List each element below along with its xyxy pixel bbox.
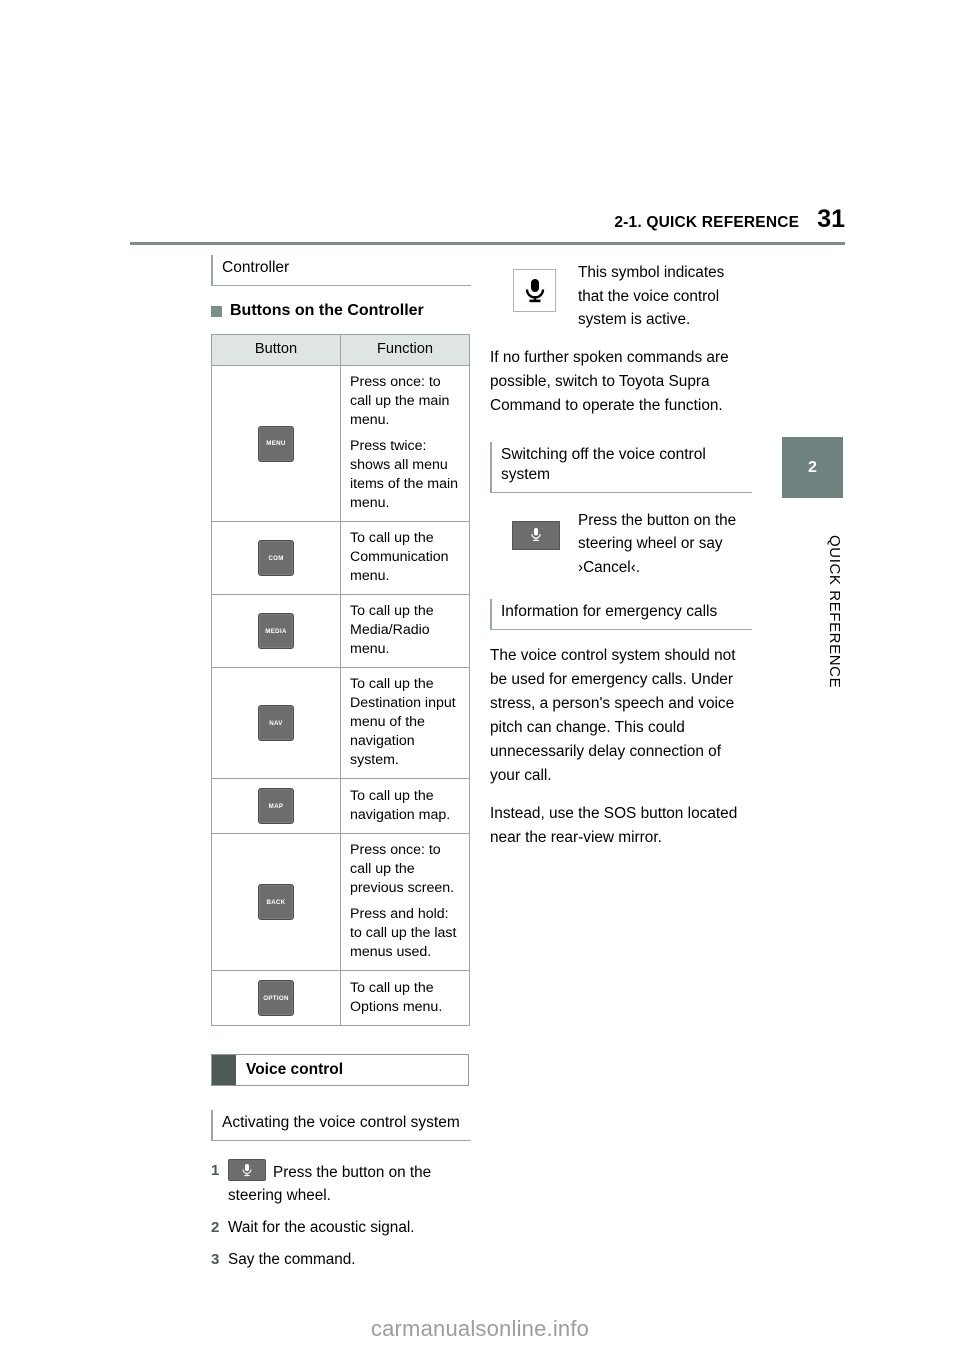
mic-button-icon xyxy=(512,520,560,550)
button-cell: MAP xyxy=(211,778,341,834)
bullet-heading-label: Buttons on the Controller xyxy=(230,302,424,319)
header-divider xyxy=(130,242,845,245)
left-column: Controller Buttons on the Controller But… xyxy=(211,255,471,1280)
step-number: 3 xyxy=(211,1251,220,1268)
switching-off-note-text: Press the button on the steering wheel o… xyxy=(578,511,737,576)
chapter-tab-number: 2 xyxy=(782,437,843,498)
table-row: OPTION To call up the Options menu. xyxy=(211,970,470,1026)
function-cell: To call up the navigation map. xyxy=(340,778,470,834)
voice-symbol-note: This symbol indicates that the voice con… xyxy=(490,255,752,332)
step-text-wrapper: Press the button on the steering wheel. xyxy=(228,1159,471,1207)
mic-button-icon xyxy=(228,1159,266,1181)
step-number: 1 xyxy=(211,1162,220,1179)
table-header-row: Button Function xyxy=(211,334,470,366)
function-cell: Press once: to call up the main menu. Pr… xyxy=(340,365,470,522)
table-row: MAP To call up the navigation map. xyxy=(211,778,470,834)
list-item: 3 Say the command. xyxy=(211,1248,471,1271)
media-key-icon: MEDIA xyxy=(258,613,294,649)
section-bar-label: Voice control xyxy=(246,1061,344,1078)
section-heading-controller: Controller xyxy=(211,255,471,286)
table-row: BACK Press once: to call up the previous… xyxy=(211,833,470,971)
option-key-icon: OPTION xyxy=(258,980,294,1016)
list-item: 2 Wait for the acoustic signal. xyxy=(211,1216,471,1239)
step-text: Say the command. xyxy=(228,1251,356,1268)
function-text: Press once: to call up the previous scre… xyxy=(350,842,455,896)
function-cell: Press once: to call up the previous scre… xyxy=(340,833,470,971)
paragraph-emergency-1: The voice control system should not be u… xyxy=(490,647,736,784)
menu-key-icon: MENU xyxy=(258,425,294,462)
button-cell: MEDIA xyxy=(211,594,341,668)
header-title-line: 2-1. QUICK REFERENCE 31 xyxy=(130,205,845,234)
chapter-tab-label: QUICK REFERENCE xyxy=(826,535,843,689)
function-text: To call up the Communication menu. xyxy=(350,530,449,584)
bullet-heading-buttons: Buttons on the Controller xyxy=(211,302,471,320)
voice-symbol-note-text: This symbol indicates that the voice con… xyxy=(578,264,725,328)
button-cell: BACK xyxy=(211,833,341,971)
controller-buttons-table: Button Function MENU Press once: to call… xyxy=(211,334,470,1026)
column-header-button: Button xyxy=(211,334,341,366)
function-text: To call up the Media/Radio menu. xyxy=(350,603,434,657)
paragraph-emergency-2: Instead, use the SOS button located near… xyxy=(490,805,738,846)
section-heading-emergency: Information for emergency calls xyxy=(490,599,752,630)
activation-steps: 1 Press the button on the steering wheel… xyxy=(211,1159,471,1271)
function-text: Press once: to call up the main menu. xyxy=(350,374,450,428)
section-heading-activating: Activating the voice control system xyxy=(211,1110,471,1141)
button-cell: COM xyxy=(211,521,341,595)
page-header: 2-1. QUICK REFERENCE 31 xyxy=(130,205,845,247)
com-key-icon: COM xyxy=(258,540,294,576)
step-number: 2 xyxy=(211,1219,220,1236)
back-key-icon: BACK xyxy=(258,884,294,920)
function-text: To call up the Destination input menu of… xyxy=(350,676,456,768)
button-cell: MENU xyxy=(211,365,341,522)
table-body: MENU Press once: to call up the main men… xyxy=(211,365,470,1026)
map-key-icon: MAP xyxy=(258,788,294,824)
section-marker-icon xyxy=(212,1055,236,1085)
button-cell: OPTION xyxy=(211,970,341,1026)
function-text: Press and hold: to call up the last menu… xyxy=(350,906,457,960)
right-column: This symbol indicates that the voice con… xyxy=(490,255,752,850)
table-row: NAV To call up the Destination input men… xyxy=(211,667,470,779)
function-text: To call up the navigation map. xyxy=(350,787,451,823)
paragraph-supra-command: If no further spoken commands are possib… xyxy=(490,348,729,414)
function-text: Press twice: shows all menu items of the… xyxy=(350,438,459,511)
breadcrumb: 2-1. QUICK REFERENCE xyxy=(614,214,800,231)
column-header-function: Function xyxy=(340,334,470,366)
section-bar-voice-control: Voice control xyxy=(211,1054,469,1086)
button-cell: NAV xyxy=(211,667,341,779)
watermark: carmanualsonline.info xyxy=(370,1316,590,1341)
function-cell: To call up the Communication menu. xyxy=(340,521,470,595)
section-heading-switching-off: Switching off the voice control system xyxy=(490,441,752,493)
switching-off-note: Press the button on the steering wheel o… xyxy=(490,503,752,580)
function-text: To call up the Options menu. xyxy=(350,979,443,1015)
microphone-symbol-icon xyxy=(513,269,556,312)
step-text: Wait for the acoustic signal. xyxy=(228,1219,415,1236)
table-row: MEDIA To call up the Media/Radio menu. xyxy=(211,594,470,668)
list-item: 1 Press the button on the steering wheel… xyxy=(211,1159,471,1207)
square-bullet-icon xyxy=(211,305,222,317)
nav-key-icon: NAV xyxy=(258,705,294,741)
table-row: COM To call up the Communication menu. xyxy=(211,521,470,595)
function-cell: To call up the Options menu. xyxy=(340,970,470,1026)
table-row: MENU Press once: to call up the main men… xyxy=(211,365,470,522)
function-cell: To call up the Destination input menu of… xyxy=(340,667,470,779)
function-cell: To call up the Media/Radio menu. xyxy=(340,594,470,668)
page-number: 31 xyxy=(817,205,845,233)
